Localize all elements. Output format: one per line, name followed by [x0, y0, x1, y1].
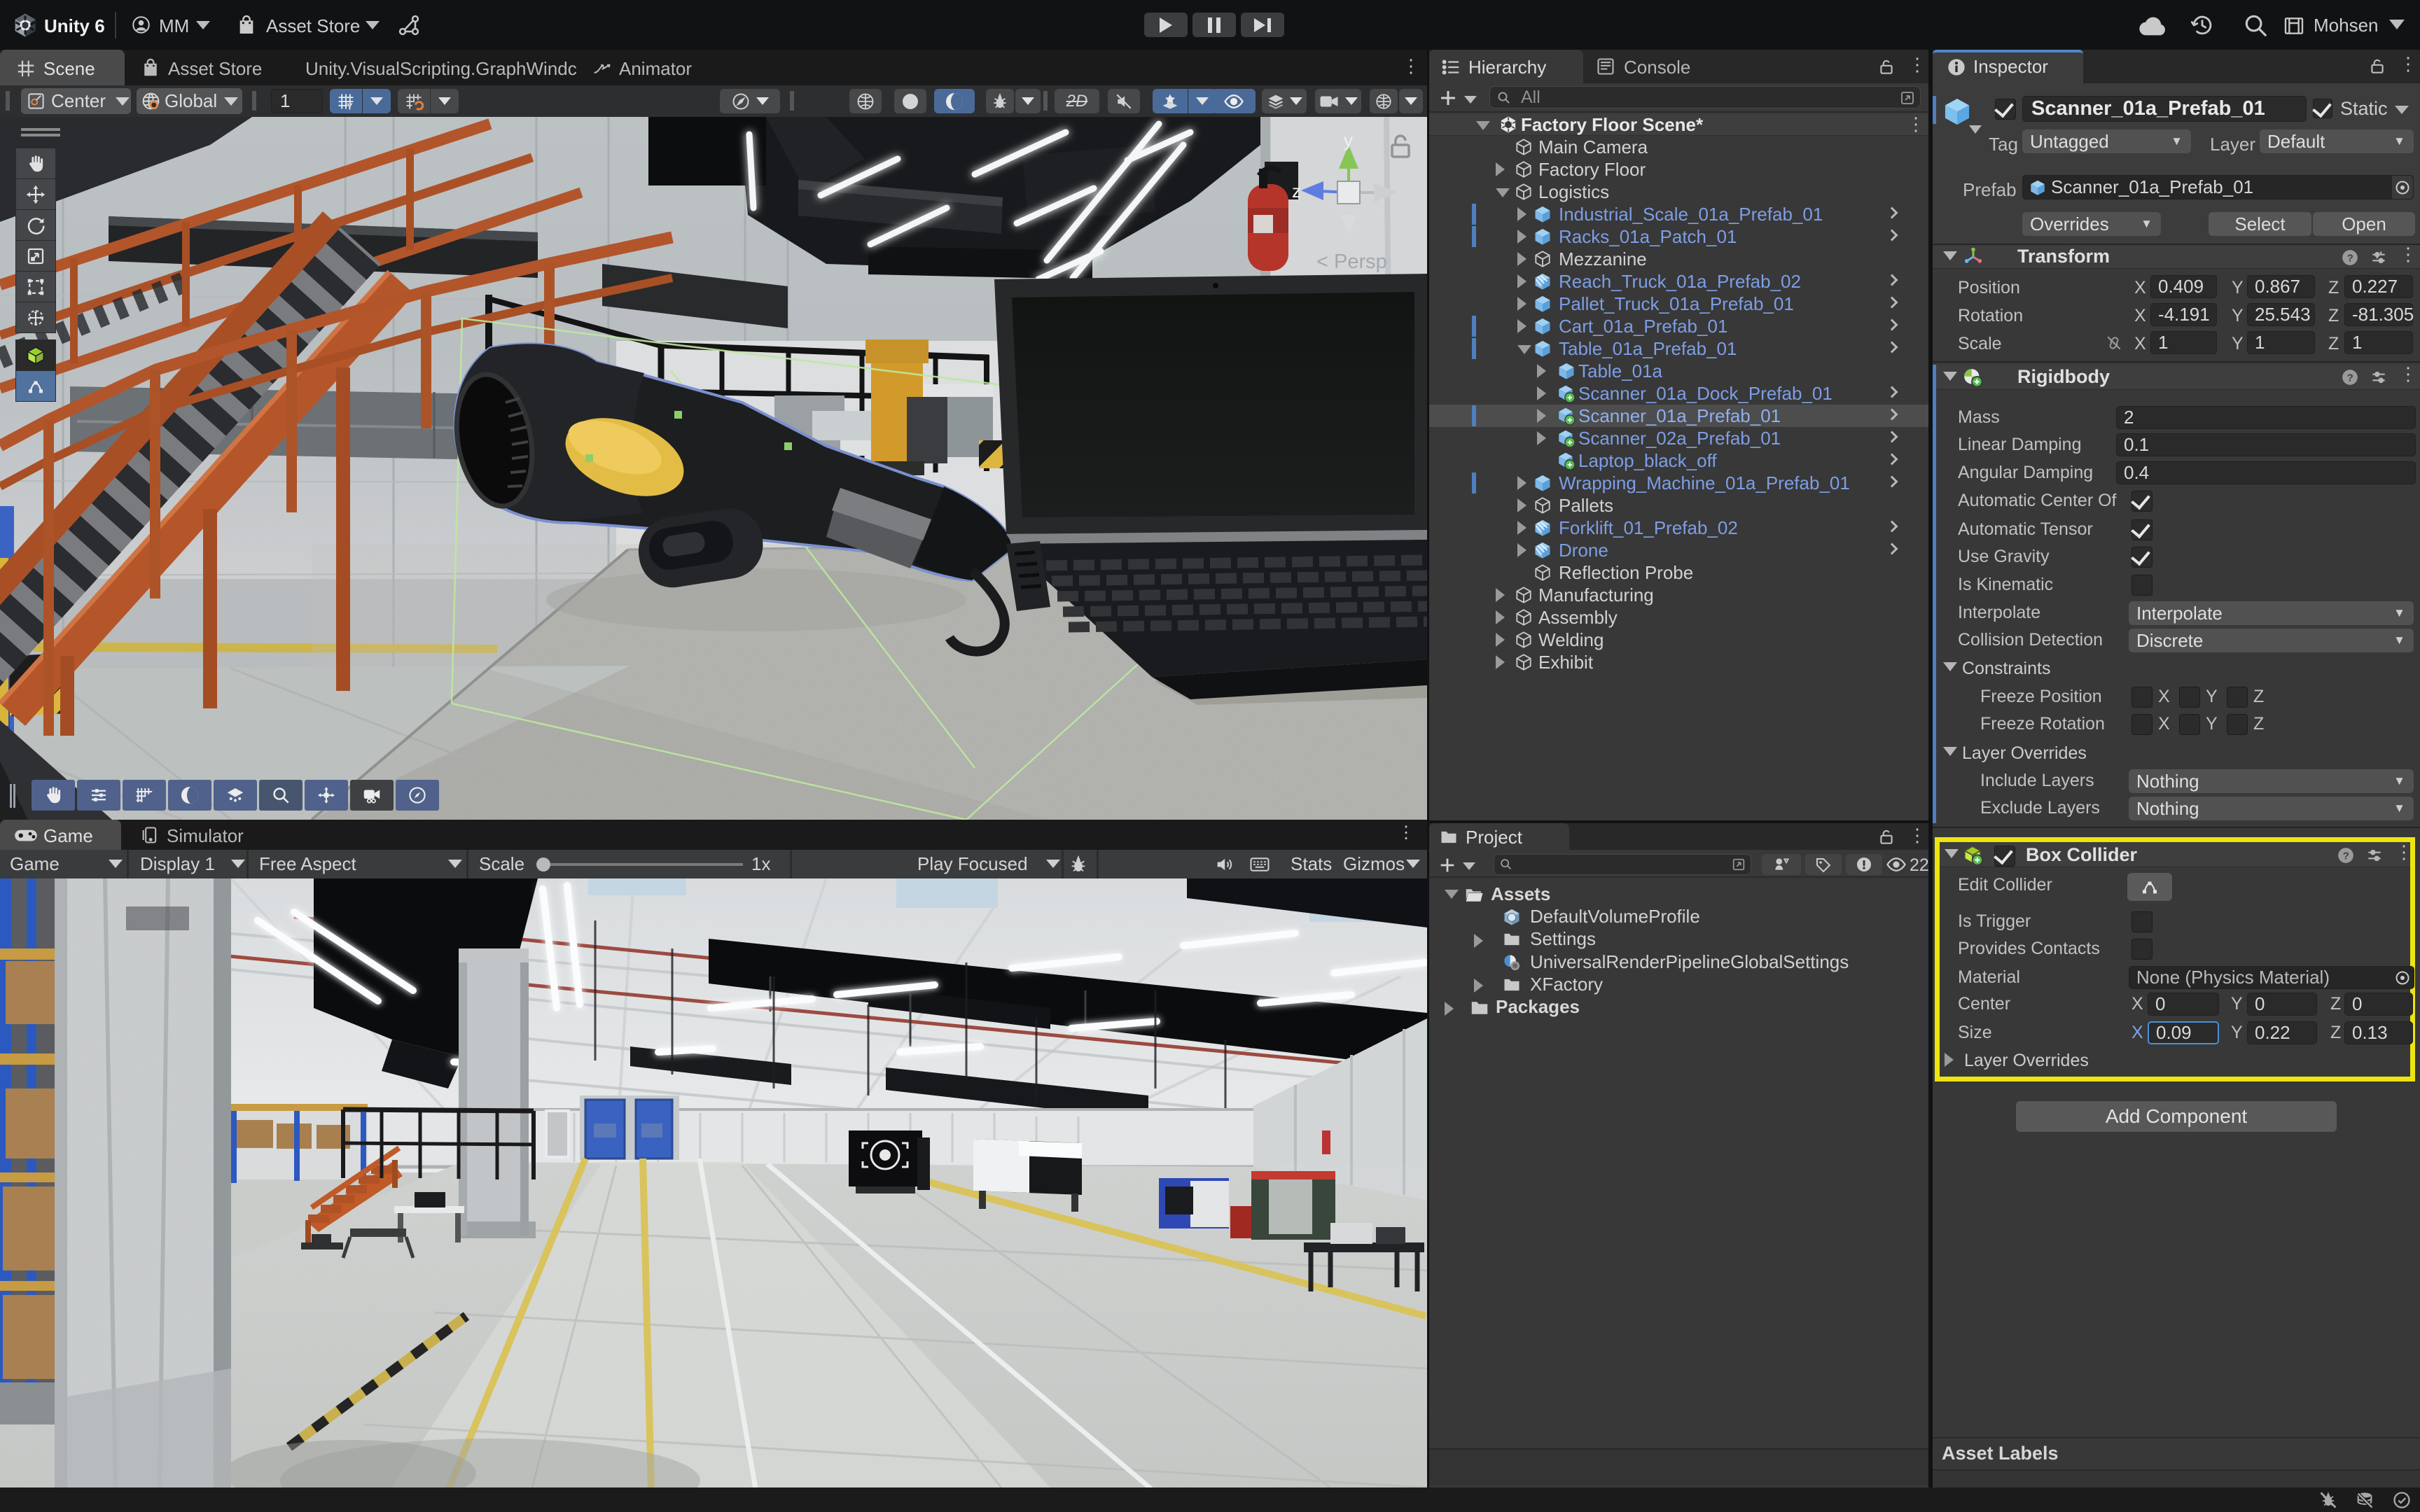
svg-text:?: ? [2347, 372, 2353, 384]
svg-text:y: y [1344, 130, 1353, 150]
svg-text:?: ? [2343, 850, 2349, 862]
svg-text:z: z [1292, 181, 1301, 202]
svg-text:Y: Y [347, 101, 353, 111]
svg-text:?: ? [2347, 252, 2353, 264]
svg-text:< Persp: < Persp [1316, 251, 1387, 273]
